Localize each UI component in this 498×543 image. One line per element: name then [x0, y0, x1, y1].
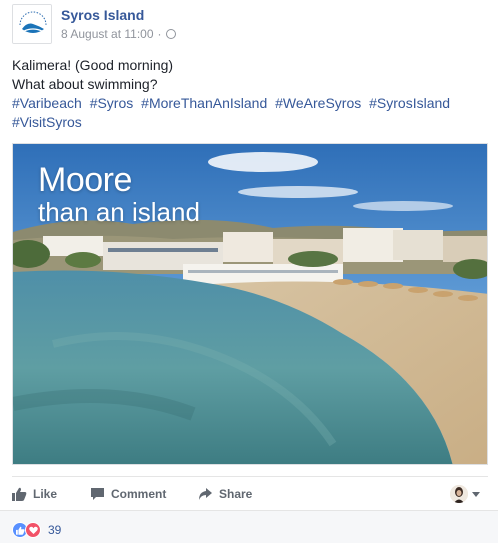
- love-icon: [25, 522, 41, 538]
- hashtag-line: #Varibeach #Syros #MoreThanAnIsland #WeA…: [12, 94, 486, 113]
- user-photo-icon: [450, 485, 468, 503]
- comment-icon: [91, 488, 104, 500]
- caption-line-2: than an island: [38, 197, 200, 227]
- comment-button[interactable]: Comment: [90, 487, 166, 501]
- thumbs-up-icon: [12, 487, 27, 501]
- post-meta: 8 August at 11:00 ·: [61, 27, 176, 41]
- like-button[interactable]: Like: [12, 487, 57, 501]
- caption-line-1: Moore: [38, 161, 132, 199]
- reactions-bar: 39: [0, 510, 498, 543]
- photo-caption: Moore than an island: [38, 162, 200, 226]
- reaction-count[interactable]: 39: [48, 523, 61, 537]
- syros-logo-icon: [13, 5, 51, 43]
- post-timestamp[interactable]: 8 August at 11:00: [61, 27, 154, 41]
- page-name-link[interactable]: Syros Island: [61, 7, 144, 23]
- meta-dot: ·: [157, 27, 162, 41]
- hashtag-line: #VisitSyros: [12, 113, 486, 132]
- like-label: Like: [33, 487, 58, 501]
- viewer-avatar: [450, 485, 468, 503]
- share-button[interactable]: Share: [198, 487, 252, 501]
- reaction-icons[interactable]: [12, 522, 41, 538]
- post-header: Syros Island 8 August at 11:00 ·: [12, 4, 488, 46]
- post-text: Kalimera! (Good morning) What about swim…: [12, 56, 486, 132]
- page-avatar[interactable]: [12, 4, 52, 44]
- post-actions: Like Comment Share: [12, 476, 488, 506]
- globe-icon[interactable]: [165, 29, 176, 39]
- hashtag-link[interactable]: #VisitSyros: [12, 114, 82, 130]
- hashtag-link[interactable]: #MoreThanAnIsland: [141, 95, 267, 111]
- facebook-post: Syros Island 8 August at 11:00 · Kalimer…: [0, 0, 498, 543]
- text-line: What about swimming?: [12, 76, 158, 92]
- share-label: Share: [219, 487, 253, 501]
- hashtag-link[interactable]: #Syros: [90, 95, 134, 111]
- text-line: Kalimera! (Good morning): [12, 57, 174, 73]
- share-arrow-icon: [199, 488, 212, 500]
- comment-label: Comment: [111, 487, 167, 501]
- post-photo[interactable]: Moore than an island: [12, 143, 488, 465]
- post-as-selector[interactable]: [450, 485, 480, 503]
- hashtag-link[interactable]: #Varibeach: [12, 95, 82, 111]
- hashtag-link[interactable]: #SyrosIsland: [369, 95, 450, 111]
- chevron-down-icon: [472, 491, 480, 497]
- hashtag-link[interactable]: #WeAreSyros: [275, 95, 361, 111]
